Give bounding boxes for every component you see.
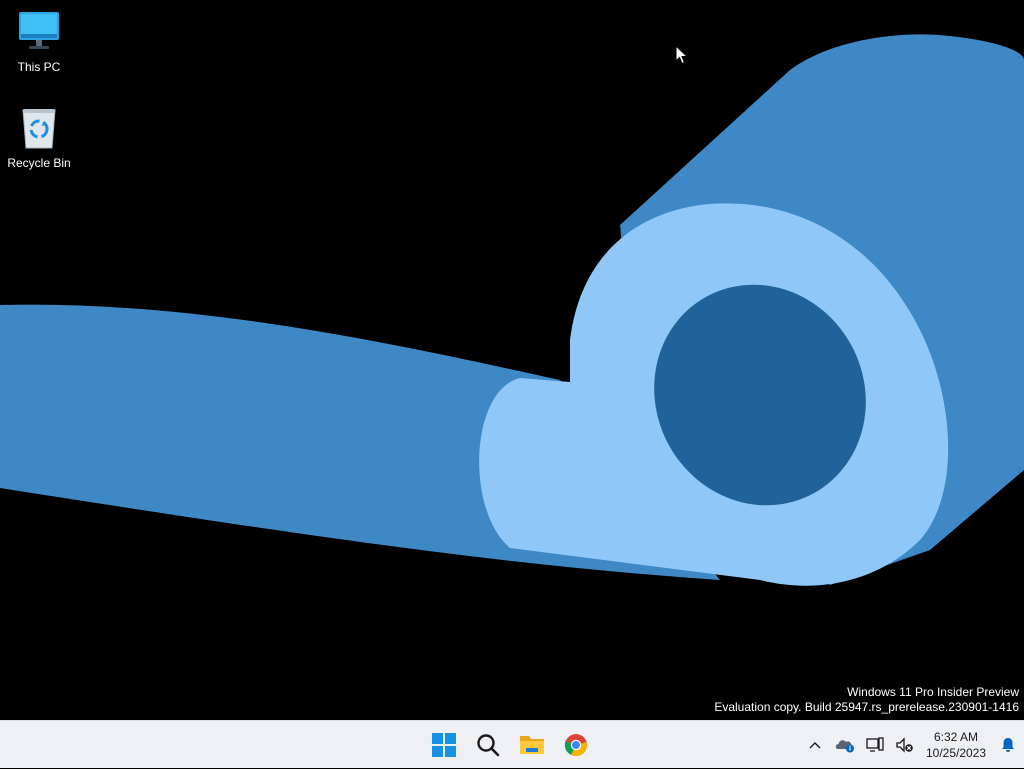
show-hidden-icons-button[interactable] (800, 725, 830, 765)
bell-icon (1002, 738, 1014, 752)
computer-icon (19, 12, 59, 49)
start-button[interactable] (424, 725, 464, 765)
windows-logo-icon (432, 733, 456, 757)
file-explorer-button[interactable] (512, 725, 552, 765)
desktop: This PC Recycle Bin Windows 11 Pro Insid… (0, 0, 1024, 720)
watermark-build: Evaluation copy. Build 25947.rs_prerelea… (714, 700, 1019, 714)
wallpaper (0, 34, 1024, 586)
desktop-icon-label: This PC (17, 60, 61, 74)
evaluation-watermark: Windows 11 Pro Insider Preview Evaluatio… (714, 685, 1019, 715)
onedrive-icon (835, 740, 854, 753)
network-button[interactable] (860, 725, 890, 765)
volume-button[interactable] (890, 725, 920, 765)
clock[interactable]: 6:32 AM 10/25/2023 (920, 729, 992, 761)
chevron-up-icon (809, 742, 821, 749)
network-icon (866, 737, 884, 752)
desktop-icon-this-pc[interactable]: This PC (1, 10, 77, 74)
desktop-icon-recycle-bin[interactable]: Recycle Bin (1, 106, 77, 170)
search-icon (477, 734, 500, 757)
mouse-cursor-icon (675, 45, 689, 65)
system-tray: 6:32 AM 10/25/2023 (800, 721, 1024, 769)
volume-muted-icon (896, 737, 913, 753)
clock-date: 10/25/2023 (925, 746, 987, 760)
watermark-edition: Windows 11 Pro Insider Preview (847, 685, 1019, 699)
taskbar-apps (424, 721, 596, 769)
onedrive-button[interactable] (830, 725, 860, 765)
desktop-icon-label: Recycle Bin (7, 156, 71, 170)
chrome-button[interactable] (556, 725, 596, 765)
recycle-bin-icon (22, 109, 56, 149)
search-button[interactable] (468, 725, 508, 765)
chrome-icon (564, 734, 587, 756)
folder-icon (520, 736, 544, 754)
taskbar: 6:32 AM 10/25/2023 (0, 720, 1024, 768)
clock-time: 6:32 AM (933, 730, 979, 744)
notifications-button[interactable] (992, 725, 1024, 765)
